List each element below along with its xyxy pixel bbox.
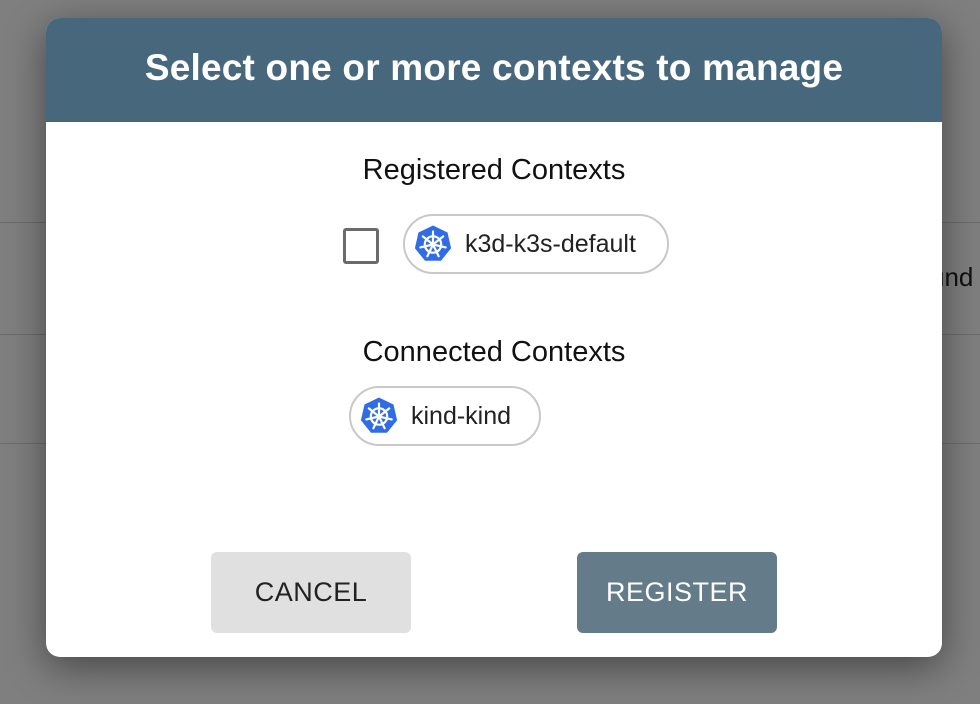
- context-chip-k3d-k3s-default[interactable]: k3d-k3s-default: [403, 214, 669, 274]
- context-checkbox-k3d-k3s-default[interactable]: [343, 228, 379, 264]
- context-chip-label: k3d-k3s-default: [465, 229, 636, 258]
- context-chip-kind-kind[interactable]: kind-kind: [349, 386, 541, 446]
- context-chip-label: kind-kind: [411, 401, 512, 430]
- dialog-title: Select one or more contexts to manage: [144, 47, 844, 88]
- cancel-button[interactable]: CANCEL: [211, 552, 411, 633]
- kubernetes-icon: [414, 225, 452, 261]
- register-button[interactable]: REGISTER: [577, 552, 777, 633]
- context-select-dialog: Select one or more contexts to manage Re…: [46, 18, 942, 657]
- registered-contexts-heading: Registered Contexts: [362, 154, 626, 186]
- connected-contexts-heading: Connected Contexts: [362, 336, 626, 368]
- kubernetes-icon: [360, 397, 398, 433]
- dialog-header: Select one or more contexts to manage: [46, 18, 942, 122]
